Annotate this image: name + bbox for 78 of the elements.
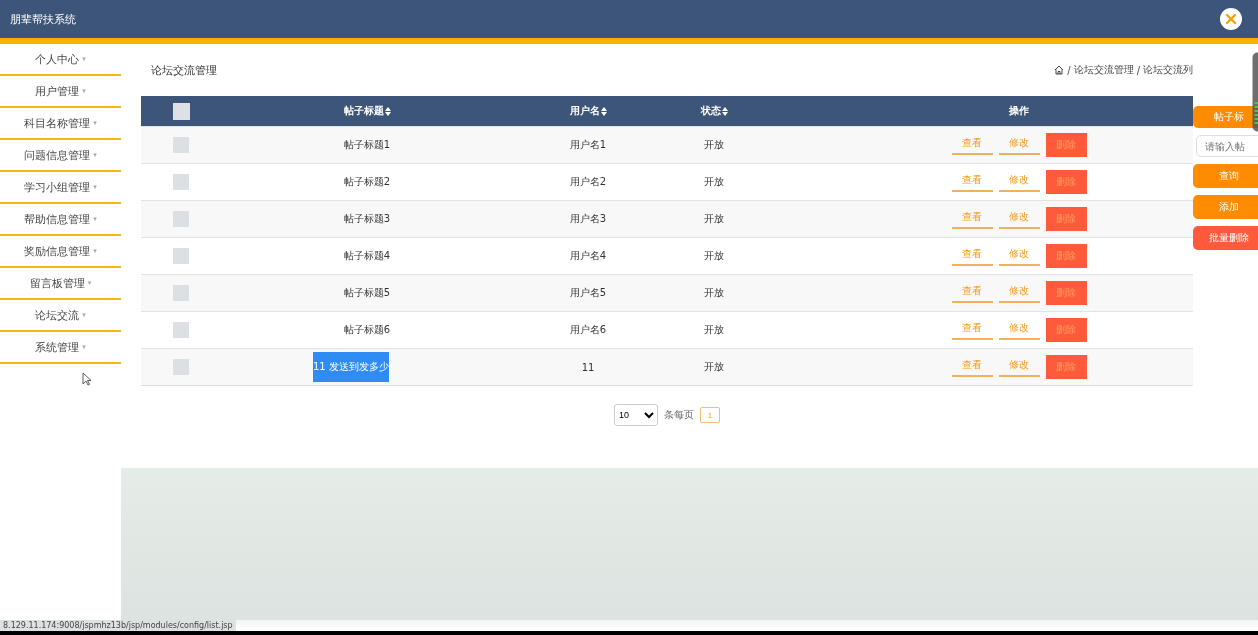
- table-cell-text: 开放: [703, 323, 725, 337]
- status-url: 8.129.11.174:9008/jspmhz13b/jsp/modules/config/list.jsp: [0, 620, 236, 631]
- table-cell-text: 开放: [703, 249, 725, 263]
- app-title: 朋辈帮扶系统: [10, 11, 76, 27]
- edit-button[interactable]: 修改: [998, 355, 1040, 377]
- column-header[interactable]: 状态: [700, 104, 721, 118]
- page-size-label: 条每页: [664, 408, 694, 422]
- page-button[interactable]: 1: [700, 407, 720, 423]
- view-button[interactable]: 查看: [951, 170, 993, 192]
- sort-icon[interactable]: [384, 106, 391, 116]
- table-cell-text: 用户名1: [568, 138, 608, 152]
- row-checkbox[interactable]: [173, 322, 189, 338]
- table-cell-text: 用户名3: [568, 212, 608, 226]
- edit-button[interactable]: 修改: [998, 207, 1040, 229]
- table-cell-text: 帖子标题2: [342, 175, 392, 189]
- view-button[interactable]: 查看: [951, 355, 993, 377]
- edit-button[interactable]: 修改: [998, 133, 1040, 155]
- view-button[interactable]: 查看: [951, 281, 993, 303]
- row-checkbox[interactable]: [173, 285, 189, 301]
- sidebar-item-label: 用户管理: [35, 83, 80, 99]
- breadcrumb-separator: /: [1136, 64, 1140, 76]
- breadcrumb-item[interactable]: 论坛交流管理: [1073, 63, 1134, 77]
- table-cell-text: 用户名4: [568, 249, 608, 263]
- edit-button[interactable]: 修改: [998, 318, 1040, 340]
- view-button[interactable]: 查看: [951, 133, 993, 155]
- table-cell-text: 开放: [703, 360, 725, 374]
- table-cell-text: 开放: [703, 286, 725, 300]
- cursor-icon: [82, 372, 92, 386]
- sidebar-item-label: 科目名称管理: [24, 115, 91, 131]
- row-checkbox[interactable]: [173, 359, 189, 375]
- table-cell-text: 帖子标题5: [342, 286, 392, 300]
- table-cell-text: 帖子标题3: [342, 212, 392, 226]
- sidebar-item-label: 留言板管理: [29, 275, 85, 291]
- page-title: 论坛交流管理: [150, 62, 217, 78]
- sidebar-item-label: 学习小组管理: [24, 179, 91, 195]
- table-cell-text: 帖子标题4: [342, 249, 392, 263]
- table-cell-text: 开放: [703, 212, 725, 226]
- edit-button[interactable]: 修改: [998, 170, 1040, 192]
- sidebar-item-label: 论坛交流: [35, 307, 80, 323]
- table-cell-text: 开放: [703, 175, 725, 189]
- breadcrumb-separator: /: [1067, 64, 1071, 76]
- close-icon: [1225, 13, 1237, 25]
- table-cell-text: 帖子标题6: [342, 323, 392, 337]
- page-size-select[interactable]: 10: [614, 404, 658, 426]
- table-cell-text: 11: [580, 361, 596, 373]
- row-checkbox[interactable]: [173, 174, 189, 190]
- sort-icon[interactable]: [600, 106, 607, 116]
- sidebar-item-label: 问题信息管理: [24, 147, 91, 163]
- action-button[interactable]: 添加: [1193, 195, 1258, 219]
- table-cell-text: 用户名5: [568, 286, 608, 300]
- column-header[interactable]: 用户名: [569, 104, 600, 118]
- action-button[interactable]: 批量删除: [1193, 226, 1258, 250]
- action-button[interactable]: 查询: [1193, 164, 1258, 188]
- search-field[interactable]: 请输入帖: [1196, 135, 1258, 157]
- sidebar-item-label: 帮助信息管理: [24, 211, 91, 227]
- view-button[interactable]: 查看: [951, 244, 993, 266]
- row-checkbox[interactable]: [173, 248, 189, 264]
- table-cell-text: 用户名6: [568, 323, 608, 337]
- sidebar-item-label: 系统管理: [35, 339, 80, 355]
- home-icon[interactable]: [1054, 65, 1065, 75]
- breadcrumb-item[interactable]: 论坛交流列: [1143, 63, 1193, 77]
- table-cell-text: 开放: [703, 138, 725, 152]
- sort-icon[interactable]: [721, 106, 728, 116]
- sidebar-item-label: 个人中心: [35, 51, 80, 67]
- table-cell: 11 发送到发多少: [313, 352, 389, 382]
- table-cell-text: 用户名2: [568, 175, 608, 189]
- edit-button[interactable]: 修改: [998, 244, 1040, 266]
- column-header: 操作: [1009, 104, 1029, 118]
- column-header[interactable]: 帖子标题: [343, 104, 384, 118]
- sidebar-item-label: 奖励信息管理: [24, 243, 91, 259]
- view-button[interactable]: 查看: [951, 207, 993, 229]
- table-cell-text: 帖子标题1: [342, 138, 392, 152]
- close-button[interactable]: [1220, 8, 1242, 30]
- row-checkbox[interactable]: [173, 137, 189, 153]
- row-checkbox[interactable]: [173, 211, 189, 227]
- view-button[interactable]: 查看: [951, 318, 993, 340]
- edit-button[interactable]: 修改: [998, 281, 1040, 303]
- select-all-checkbox[interactable]: [172, 102, 190, 120]
